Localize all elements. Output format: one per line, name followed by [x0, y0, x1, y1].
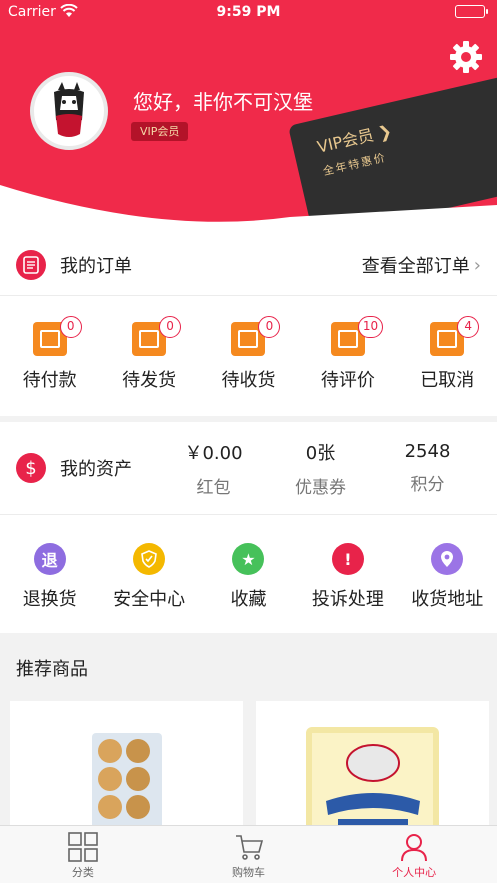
vip-badge: VIP会员	[131, 122, 189, 141]
dollar-icon: $	[16, 453, 46, 483]
order-count-badge: 0	[59, 316, 82, 338]
product-card[interactable]	[10, 701, 243, 841]
order-pending-shipment[interactable]: 0 待发货	[109, 316, 189, 416]
order-pending-review[interactable]: 10 待评价	[308, 316, 388, 416]
cow-logo-icon	[54, 82, 84, 137]
chevron-right-icon: ›	[473, 254, 481, 276]
assets-section: $ 我的资产 ￥0.00 红包 0张 优惠券 2548 积分 退 退换货 安全中…	[0, 422, 497, 633]
tab-bar: 分类 购物车 个人中心	[0, 825, 497, 883]
order-cancelled[interactable]: 4 已取消	[407, 316, 487, 416]
avatar[interactable]	[30, 72, 108, 150]
asset-red-packet[interactable]: ￥0.00 红包	[160, 439, 267, 498]
alert-icon: !	[331, 543, 364, 575]
asset-coupon[interactable]: 0张 优惠券	[267, 439, 374, 498]
product-image	[92, 733, 162, 841]
shield-icon	[133, 543, 166, 575]
asset-points[interactable]: 2548 积分	[374, 441, 481, 495]
order-pending-receipt[interactable]: 0 待收货	[208, 316, 288, 416]
return-icon: 退	[33, 543, 66, 575]
clock: 9:59 PM	[216, 4, 281, 20]
order-pending-payment[interactable]: 0 待付款	[10, 316, 90, 416]
tab-label: 个人中心	[392, 866, 437, 879]
order-count-badge: 4	[457, 316, 480, 338]
tab-label: 分类	[71, 866, 94, 879]
chevron-right-icon: ❯	[376, 121, 394, 143]
service-address[interactable]: 收货地址	[400, 543, 494, 633]
service-complaint[interactable]: ! 投诉处理	[301, 543, 395, 633]
star-icon: ★	[232, 543, 265, 575]
tab-label: 购物车	[232, 866, 265, 879]
service-favorites[interactable]: ★ 收藏	[201, 543, 295, 633]
order-list-icon	[16, 250, 46, 280]
order-count-badge: 0	[159, 316, 182, 338]
orders-header[interactable]: 我的订单 查看全部订单 ›	[0, 235, 497, 295]
tab-cart[interactable]: 购物车	[166, 826, 332, 883]
service-security[interactable]: 安全中心	[102, 543, 196, 633]
cart-icon	[235, 835, 263, 860]
view-all-orders-link[interactable]: 查看全部订单 ›	[362, 252, 481, 278]
product-card[interactable]	[256, 701, 489, 841]
greeting-text: 您好，非你不可汉堡	[133, 90, 313, 114]
grid-icon	[68, 832, 98, 862]
product-image	[306, 727, 439, 841]
status-bar: Carrier 9:59 PM	[0, 0, 497, 24]
battery-icon	[455, 5, 488, 18]
tab-profile[interactable]: 个人中心	[331, 826, 497, 883]
person-icon	[401, 834, 428, 862]
orders-title: 我的订单	[60, 256, 132, 277]
order-status-row: 0 待付款 0 待发货 0 待收货 10 待评价 4 已取消	[0, 296, 497, 416]
services-row: 退 退换货 安全中心 ★ 收藏 ! 投诉处理 收货地址	[0, 515, 497, 633]
order-count-badge: 0	[258, 316, 281, 338]
service-return[interactable]: 退 退换货	[3, 543, 97, 633]
assets-title: 我的资产	[60, 459, 132, 480]
recommend-title: 推荐商品	[16, 659, 88, 680]
gear-icon[interactable]	[449, 40, 483, 74]
location-icon	[431, 543, 464, 575]
tab-category[interactable]: 分类	[0, 826, 166, 883]
orders-section: 我的订单 查看全部订单› 0 待付款 0 待发货 0 待收货 10 待评价 4	[0, 235, 497, 416]
order-count-badge: 10	[357, 316, 384, 338]
